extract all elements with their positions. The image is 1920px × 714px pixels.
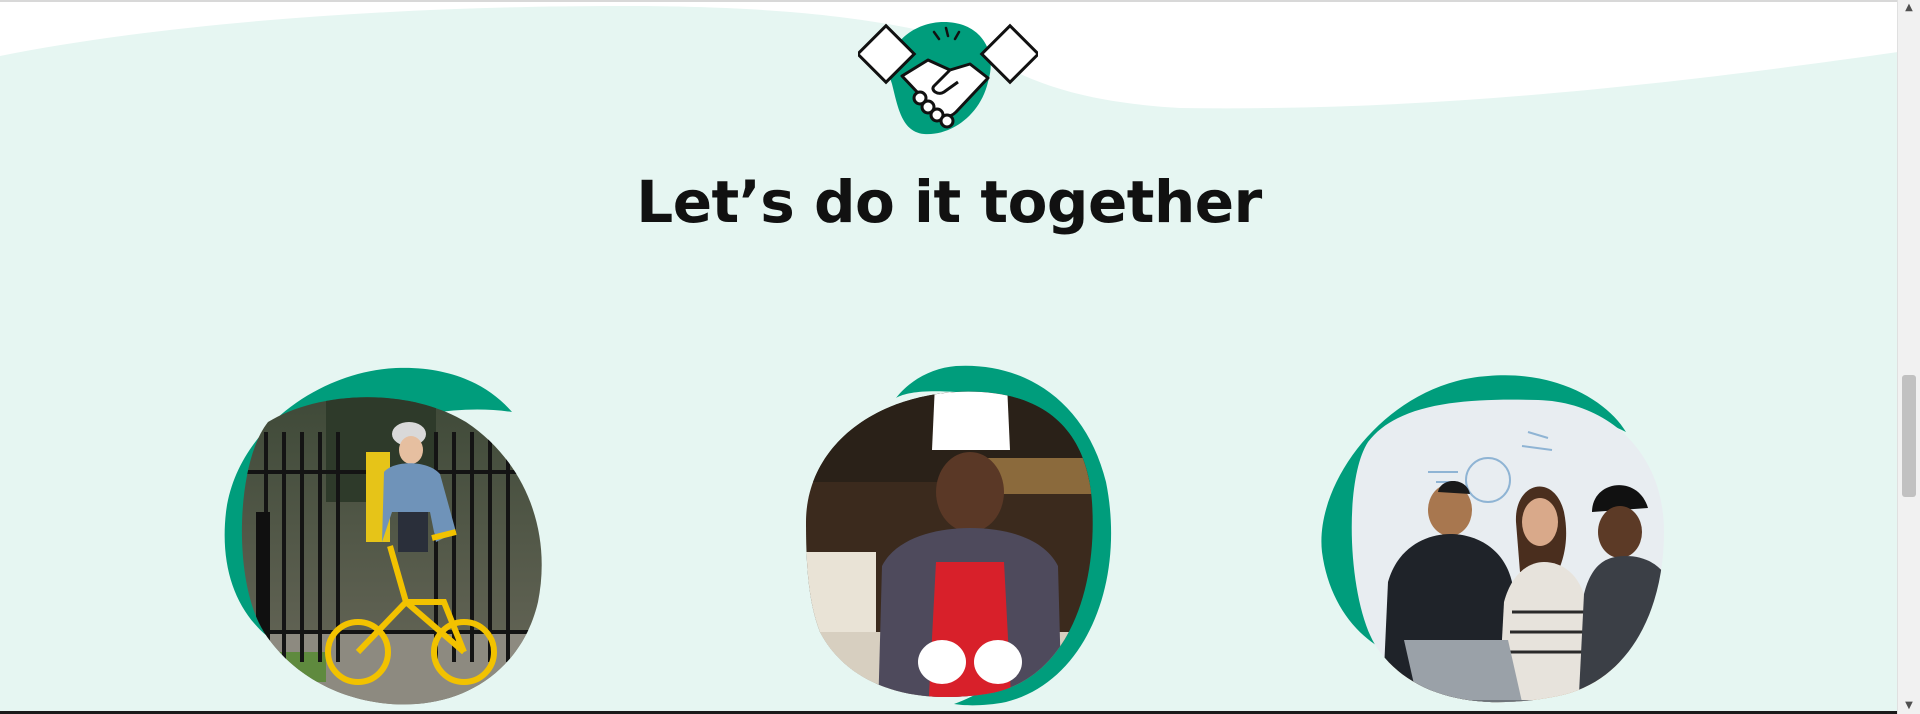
scroll-down-arrow-icon[interactable]: ▼	[1898, 698, 1920, 714]
scroll-thumb[interactable]	[1902, 375, 1916, 497]
team-card	[1308, 362, 1678, 714]
page: Let’s do it together	[0, 0, 1898, 714]
courier-on-bicycle-photo	[224, 367, 542, 705]
chef-cutting-food-photo	[806, 365, 1112, 706]
handshake-icon	[858, 22, 1038, 135]
courier-card	[206, 362, 566, 714]
team-around-laptop-photo	[1321, 375, 1664, 703]
chef-card	[786, 362, 1136, 714]
vertical-scrollbar[interactable]: ▲ ▼	[1897, 0, 1920, 714]
page-title: Let’s do it together	[636, 168, 1262, 236]
scroll-up-arrow-icon[interactable]: ▲	[1898, 0, 1920, 16]
